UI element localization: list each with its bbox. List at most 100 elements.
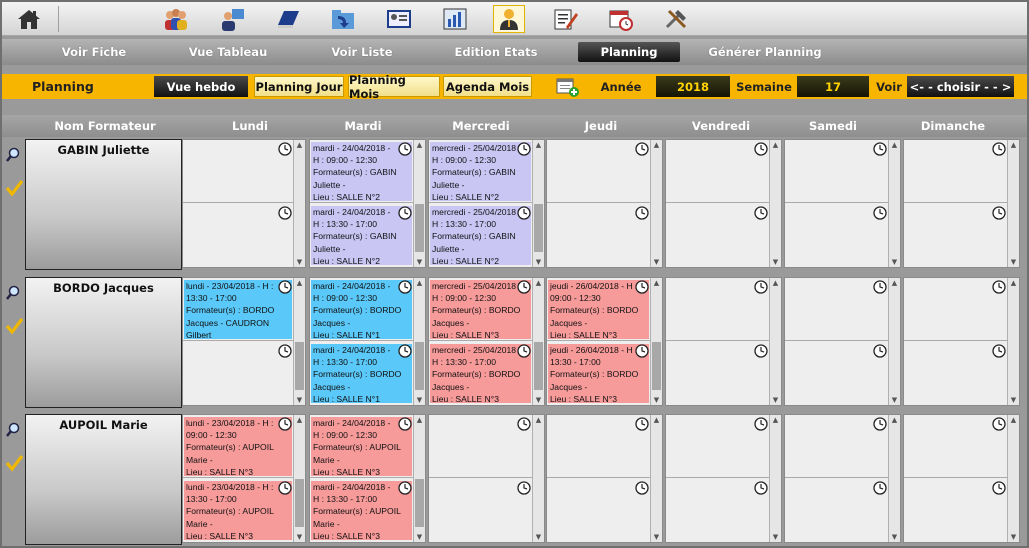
clock-icon[interactable] [635,141,649,156]
clock-icon[interactable] [278,480,292,495]
scroll-down-icon[interactable]: ▼ [651,395,662,405]
slot-pm[interactable]: lundi - 23/04/2018 - H : 13:30 - 17:00 For… [183,479,293,542]
clock-icon[interactable] [873,480,887,495]
clock-icon[interactable] [517,141,531,156]
tab-edition-etats[interactable]: Edition Etats [444,42,548,62]
slot-am[interactable] [666,278,769,341]
annee-field[interactable]: 2018 [656,76,730,97]
planning-jour-button[interactable]: Planning Jour [254,76,344,97]
slot-am[interactable] [547,140,650,203]
scroll-up-icon[interactable]: ▲ [533,278,544,288]
scroll-thumb[interactable] [534,204,543,252]
calendar-clock-icon[interactable] [605,5,637,33]
clock-icon[interactable] [754,205,768,220]
clock-icon[interactable] [635,205,649,220]
scroll-up-icon[interactable]: ▲ [294,278,305,288]
event-block[interactable]: mardi - 24/04/2018 - H : 09:00 - 12:30 For… [311,417,412,476]
scroll-up-icon[interactable]: ▲ [770,415,781,425]
tab-voir-liste[interactable]: Voir Liste [310,42,414,62]
event-block[interactable]: jeudi - 26/04/2018 - H : 09:00 - 12:30 For… [548,280,649,339]
clock-icon[interactable] [873,343,887,358]
slot-pm[interactable] [904,342,1007,405]
home-icon[interactable] [13,5,45,33]
clock-icon[interactable] [873,416,887,431]
scroll-down-icon[interactable]: ▼ [651,532,662,542]
scroll-down-icon[interactable]: ▼ [533,532,544,542]
scroll-down-icon[interactable]: ▼ [294,532,305,542]
scrollbar[interactable]: ▲ ▼ [1007,278,1019,405]
scrollbar[interactable]: ▲ ▼ [532,140,544,267]
edit-document-icon[interactable] [549,5,581,33]
scroll-down-icon[interactable]: ▼ [414,532,425,542]
trainer-name-cell[interactable]: GABIN Juliette [25,139,182,270]
trainer-name-cell[interactable]: BORDO Jacques [25,277,182,408]
clock-icon[interactable] [873,279,887,294]
scroll-down-icon[interactable]: ▼ [533,395,544,405]
slot-am[interactable] [904,140,1007,203]
slot-am[interactable]: mardi - 24/04/2018 - H : 09:00 - 12:30 For… [310,415,413,478]
scroll-up-icon[interactable]: ▲ [889,415,900,425]
event-block[interactable]: mardi - 24/04/2018 - H : 13:30 - 17:00 For… [311,206,412,265]
slot-am[interactable] [785,278,888,341]
scroll-up-icon[interactable]: ▲ [889,140,900,150]
slot-pm[interactable]: mardi - 24/04/2018 - H : 13:30 - 17:00 For… [310,204,413,267]
slot-pm[interactable]: mardi - 24/04/2018 - H : 13:30 - 17:00 For… [310,342,413,405]
clock-icon[interactable] [398,141,412,156]
scroll-up-icon[interactable]: ▲ [651,140,662,150]
scroll-thumb[interactable] [534,342,543,390]
tools-icon[interactable] [660,5,692,33]
scrollbar[interactable]: ▲ ▼ [650,140,662,267]
slot-pm[interactable] [666,204,769,267]
person-highlight-icon[interactable] [493,5,525,33]
slot-pm[interactable] [904,479,1007,542]
magnifier-icon[interactable] [6,147,20,167]
clock-icon[interactable] [398,279,412,294]
clock-icon[interactable] [635,343,649,358]
slot-am[interactable] [666,415,769,478]
scrollbar[interactable]: ▲ ▼ [888,415,900,542]
slot-pm[interactable] [547,479,650,542]
scrollbar[interactable]: ▲ ▼ [888,278,900,405]
slot-pm[interactable] [666,342,769,405]
checkmark-icon[interactable] [5,454,24,476]
clock-icon[interactable] [754,480,768,495]
scroll-thumb[interactable] [295,479,304,527]
trainer-icon[interactable] [217,5,249,33]
scroll-down-icon[interactable]: ▼ [889,395,900,405]
slot-am[interactable]: mercredi - 25/04/2018 - H : 09:00 - 12:30… [429,140,532,203]
tab-voir-fiche[interactable]: Voir Fiche [42,42,146,62]
clock-icon[interactable] [278,205,292,220]
scroll-thumb[interactable] [415,342,424,390]
agenda-mois-button[interactable]: Agenda Mois [443,76,532,97]
slot-am[interactable]: lundi - 23/04/2018 - H : 13:30 - 17:00 For… [183,278,293,341]
tab-planning[interactable]: Planning [578,42,680,62]
scroll-up-icon[interactable]: ▲ [414,140,425,150]
slot-pm[interactable]: jeudi - 26/04/2018 - H : 13:30 - 17:00 For… [547,342,650,405]
scrollbar[interactable]: ▲ ▼ [293,278,305,405]
chart-icon[interactable] [439,5,471,33]
event-block[interactable]: mardi - 24/04/2018 - H : 09:00 - 12:30 For… [311,142,412,201]
scrollbar[interactable]: ▲ ▼ [532,278,544,405]
scroll-down-icon[interactable]: ▼ [889,532,900,542]
slot-am[interactable]: jeudi - 26/04/2018 - H : 09:00 - 12:30 For… [547,278,650,341]
scroll-up-icon[interactable]: ▲ [1008,278,1019,288]
scroll-down-icon[interactable]: ▼ [889,257,900,267]
slot-am[interactable] [666,140,769,203]
clock-icon[interactable] [398,205,412,220]
scroll-down-icon[interactable]: ▼ [1008,532,1019,542]
scrollbar[interactable]: ▲ ▼ [769,415,781,542]
event-block[interactable]: mardi - 24/04/2018 - H : 09:00 - 12:30 For… [311,280,412,339]
event-block[interactable]: mercredi - 25/04/2018 - H : 13:30 - 17:00… [430,344,531,403]
clock-icon[interactable] [517,416,531,431]
scroll-up-icon[interactable]: ▲ [294,140,305,150]
clock-icon[interactable] [992,279,1006,294]
slot-pm[interactable] [183,342,293,405]
slot-am[interactable] [785,140,888,203]
slot-pm[interactable] [547,204,650,267]
scrollbar[interactable]: ▲ ▼ [888,140,900,267]
scroll-down-icon[interactable]: ▼ [770,532,781,542]
semaine-field[interactable]: 17 [797,76,869,97]
clock-icon[interactable] [635,416,649,431]
scrollbar[interactable]: ▲ ▼ [1007,415,1019,542]
clock-icon[interactable] [278,141,292,156]
